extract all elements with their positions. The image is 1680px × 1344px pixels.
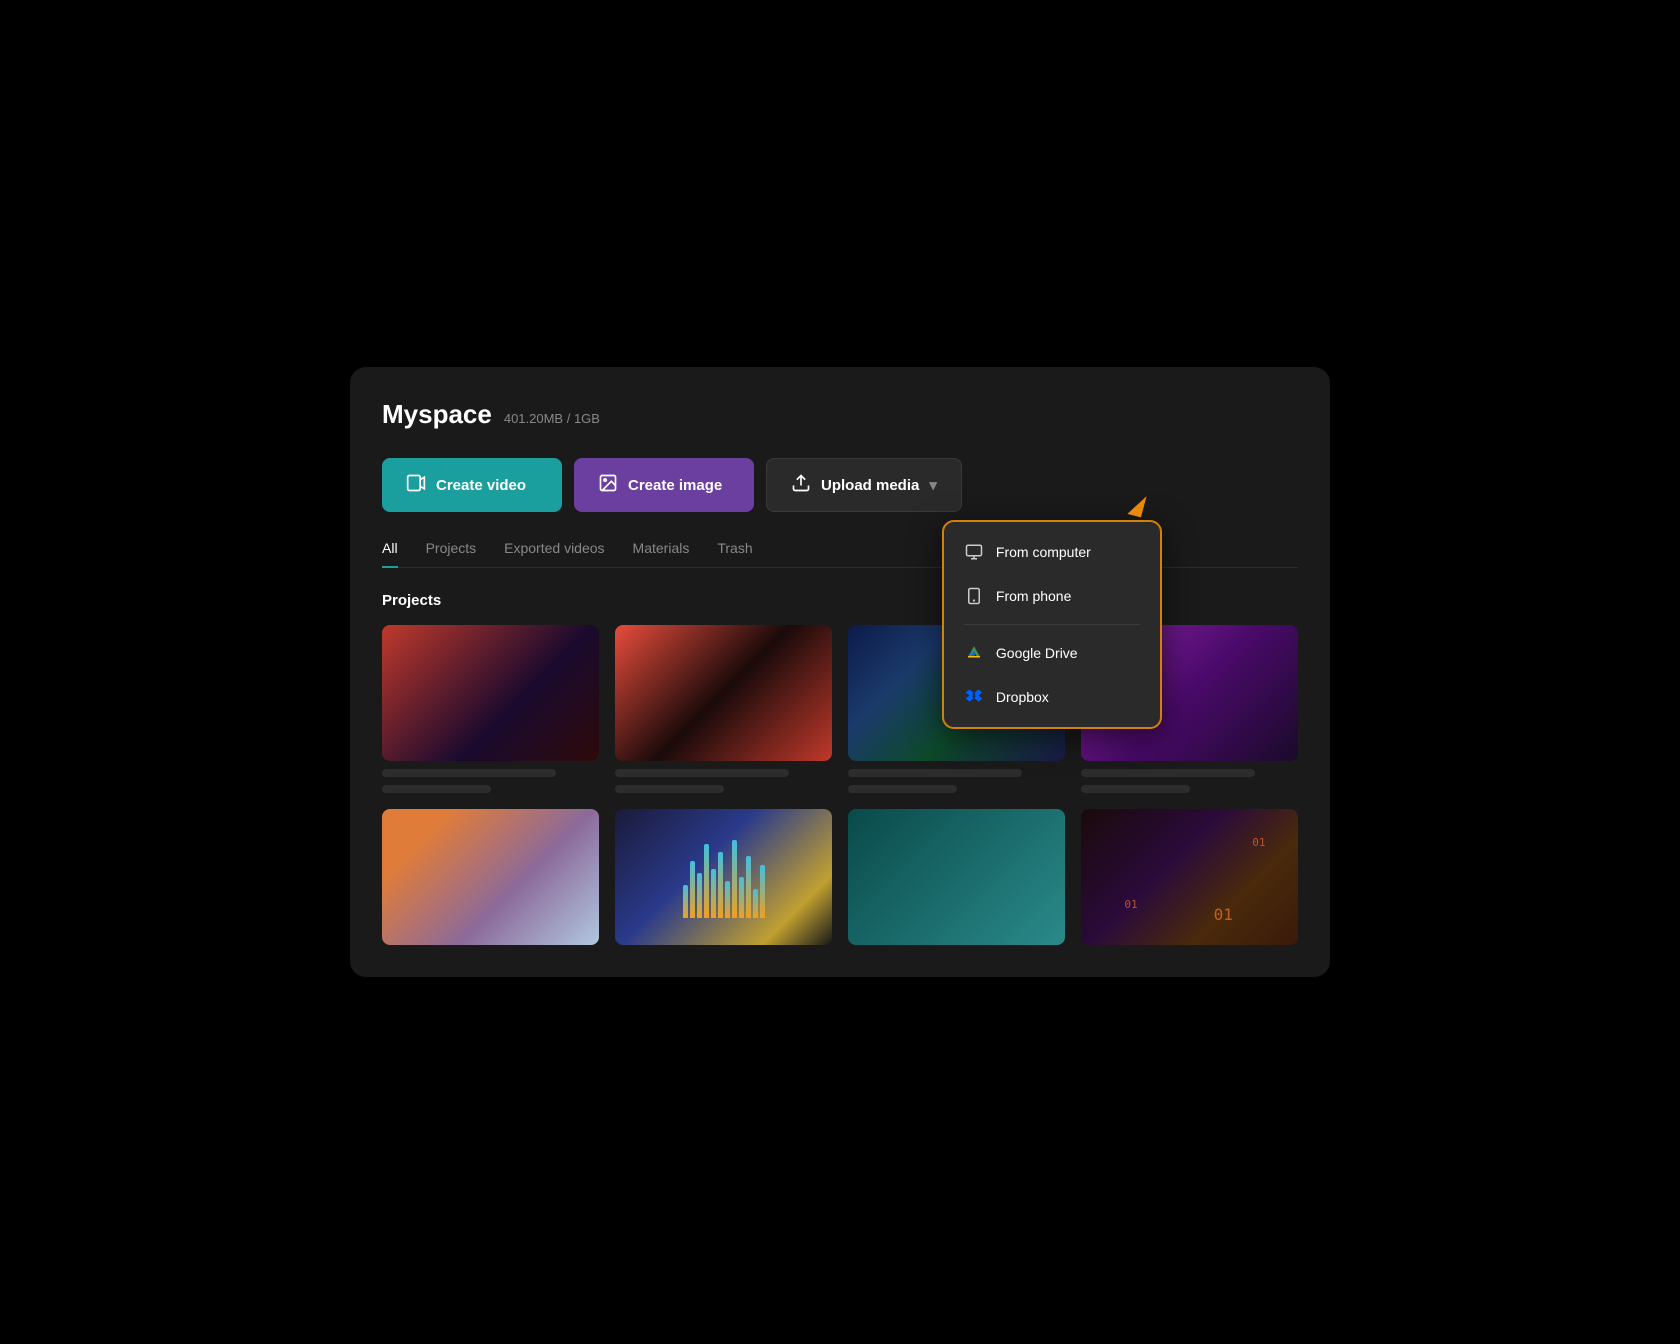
phone-icon: [964, 586, 984, 606]
card-subtitle-line-4: [1081, 785, 1190, 793]
video-icon: [406, 473, 426, 497]
project-thumbnail-5[interactable]: [382, 809, 599, 945]
project-card-6: [615, 809, 832, 945]
upload-media-wrapper: Upload media ▾ From computer: [766, 458, 962, 512]
freq-bar-11: [753, 889, 758, 917]
image-icon: [598, 473, 618, 497]
freq-bar-10: [746, 856, 751, 917]
card-subtitle-line-1: [382, 785, 491, 793]
freq-bar-12: [760, 865, 765, 918]
digit-overlay-1: 01: [1252, 836, 1265, 849]
upload-dropdown: From computer From phone: [942, 520, 1162, 729]
action-buttons: Create video Create image: [382, 458, 1298, 512]
frequency-bars: [683, 836, 765, 917]
dropdown-divider: [964, 624, 1140, 625]
card-title-line-4: [1081, 769, 1255, 777]
tab-projects[interactable]: Projects: [426, 540, 477, 568]
project-thumbnail-7[interactable]: [848, 809, 1065, 945]
freq-bar-9: [739, 877, 744, 918]
project-thumbnail-6[interactable]: [615, 809, 832, 945]
upload-from-phone[interactable]: From phone: [944, 574, 1160, 618]
digit-overlay-2: 01: [1124, 898, 1137, 911]
tab-all[interactable]: All: [382, 540, 398, 568]
freq-bar-8: [732, 840, 737, 917]
google-drive-icon: [964, 643, 984, 663]
project-card-7: [848, 809, 1065, 945]
card-title-line-3: [848, 769, 1022, 777]
create-video-label: Create video: [436, 477, 526, 494]
projects-grid-row2: 01 01 01: [382, 809, 1298, 945]
card-title-line-1: [382, 769, 556, 777]
workspace-title: Myspace: [382, 399, 492, 430]
project-card-2: [615, 625, 832, 793]
google-drive-label: Google Drive: [996, 645, 1078, 661]
project-card-5: [382, 809, 599, 945]
freq-bar-5: [711, 869, 716, 918]
project-card-1: [382, 625, 599, 793]
cursor-arrow-icon: [1127, 493, 1146, 518]
freq-bar-1: [683, 885, 688, 918]
upload-from-google-drive[interactable]: Google Drive: [944, 631, 1160, 675]
dropbox-label: Dropbox: [996, 689, 1049, 705]
header: Myspace 401.20MB / 1GB: [382, 399, 1298, 430]
upload-media-button[interactable]: Upload media ▾: [766, 458, 962, 512]
project-card-8: 01 01 01: [1081, 809, 1298, 945]
freq-bar-4: [704, 844, 709, 917]
upload-from-computer[interactable]: From computer: [944, 530, 1160, 574]
create-image-label: Create image: [628, 477, 722, 494]
upload-media-label: Upload media: [821, 477, 919, 494]
freq-bar-2: [690, 861, 695, 918]
card-subtitle-line-2: [615, 785, 724, 793]
tab-exported-videos[interactable]: Exported videos: [504, 540, 604, 568]
storage-info: 401.20MB / 1GB: [504, 411, 600, 426]
project-thumbnail-8[interactable]: 01 01 01: [1081, 809, 1298, 945]
freq-bar-7: [725, 881, 730, 918]
upload-icon: [791, 473, 811, 497]
from-phone-label: From phone: [996, 588, 1071, 604]
project-thumbnail-2[interactable]: [615, 625, 832, 761]
freq-bar-6: [718, 852, 723, 917]
create-image-button[interactable]: Create image: [574, 458, 754, 512]
chevron-down-icon: ▾: [929, 476, 937, 494]
monitor-icon: [964, 542, 984, 562]
create-video-button[interactable]: Create video: [382, 458, 562, 512]
from-computer-label: From computer: [996, 544, 1091, 560]
digit-overlay-3: 01: [1214, 905, 1233, 924]
tab-trash[interactable]: Trash: [717, 540, 752, 568]
dropbox-icon: [964, 687, 984, 707]
project-thumbnail-1[interactable]: [382, 625, 599, 761]
app-window: Myspace 401.20MB / 1GB Create video Cr: [350, 367, 1330, 976]
card-title-line-2: [615, 769, 789, 777]
tab-materials[interactable]: Materials: [633, 540, 690, 568]
upload-from-dropbox[interactable]: Dropbox: [944, 675, 1160, 719]
card-subtitle-line-3: [848, 785, 957, 793]
freq-bar-3: [697, 873, 702, 918]
